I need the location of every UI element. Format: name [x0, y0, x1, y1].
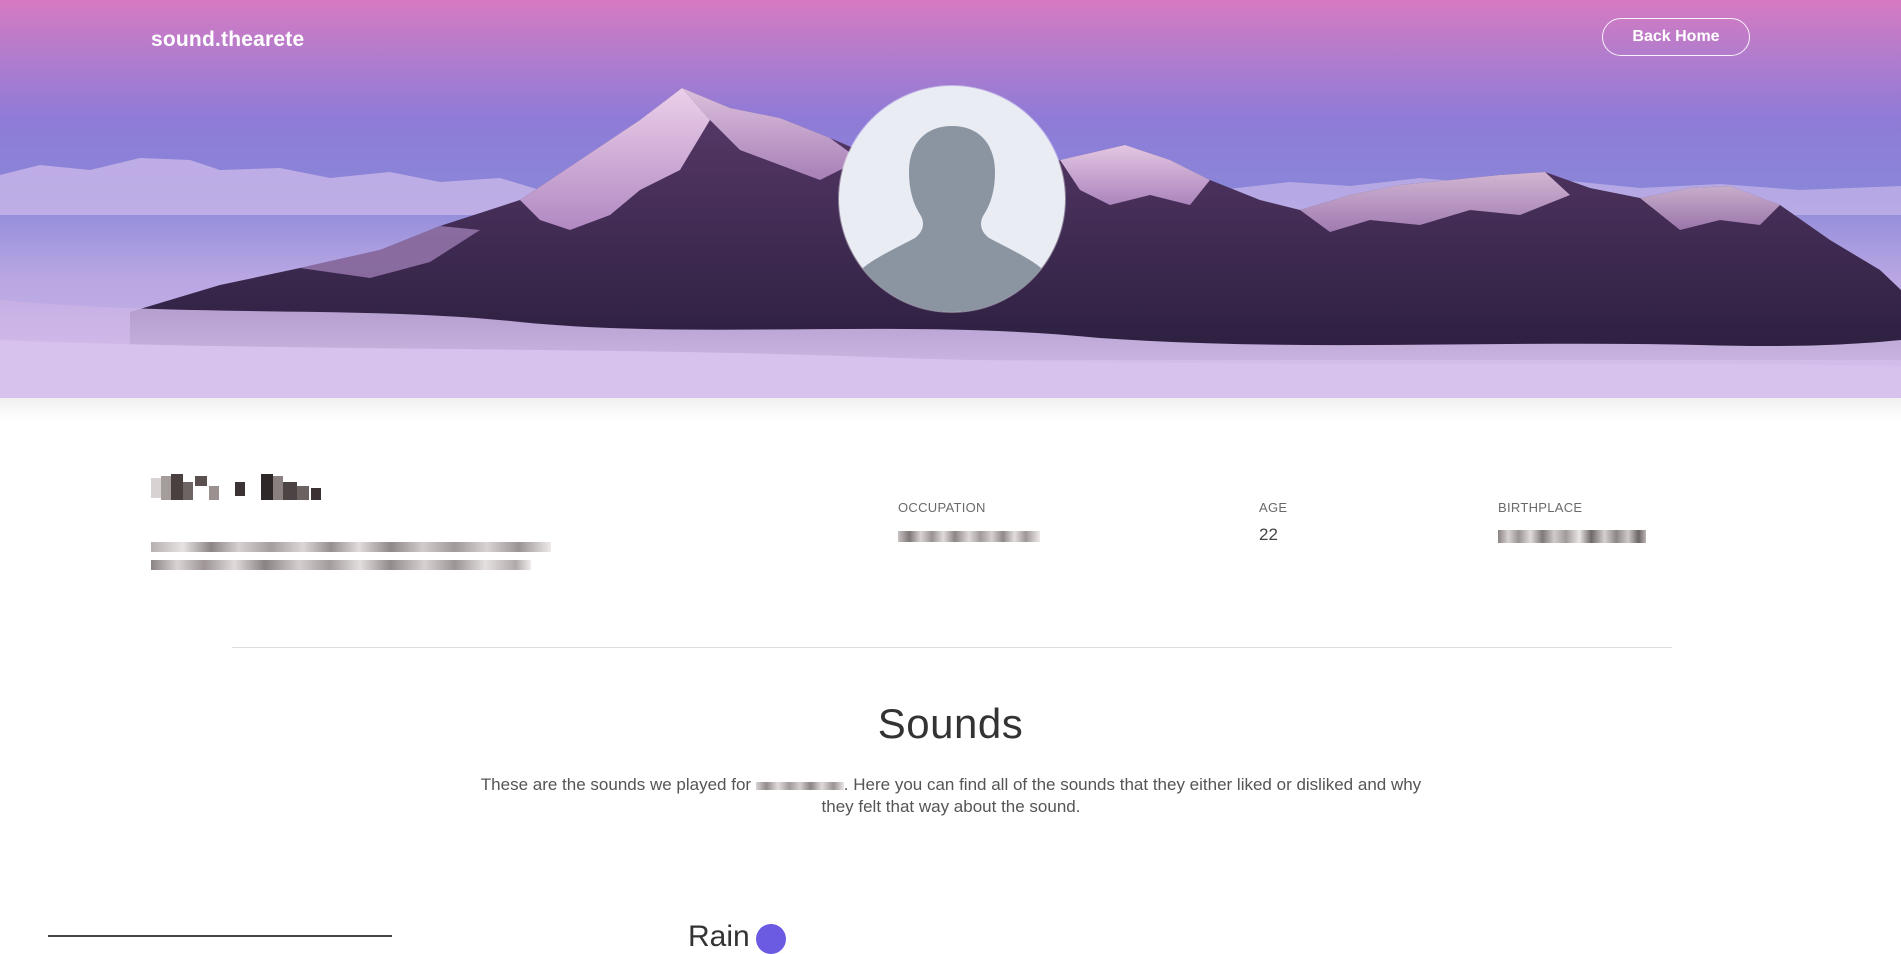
user-silhouette-icon	[847, 126, 1057, 312]
brand-logo[interactable]: sound.thearete	[151, 28, 304, 52]
age-label: AGE	[1259, 500, 1288, 515]
birthplace-label: BIRTHPLACE	[1498, 500, 1583, 515]
subject-name-redacted	[755, 780, 844, 792]
profile-avatar	[839, 86, 1065, 312]
sounds-title: Sounds	[877, 700, 1024, 747]
occupation-label: OCCUPATION	[898, 500, 986, 515]
occupation-value-redacted	[898, 527, 1040, 545]
hero-banner: sound.thearete Back Home	[0, 0, 1901, 398]
sounds-desc-end: . Here you can find all of the sounds th…	[821, 775, 1422, 816]
hero-shadow	[0, 398, 1901, 420]
sound-item-badge[interactable]	[756, 924, 786, 954]
profile-name-redacted	[151, 472, 366, 502]
birthplace-value-redacted	[1498, 527, 1646, 545]
sounds-desc-start: These are the sounds we played for	[480, 775, 756, 794]
age-value: 22	[1259, 525, 1278, 544]
sounds-description: These are the sounds we played for . Her…	[470, 774, 1432, 818]
section-divider	[232, 647, 1672, 648]
profile-bio-redacted	[151, 540, 551, 580]
back-home-button[interactable]: Back Home	[1602, 18, 1750, 56]
sound-item-title[interactable]: Rain	[688, 920, 750, 954]
